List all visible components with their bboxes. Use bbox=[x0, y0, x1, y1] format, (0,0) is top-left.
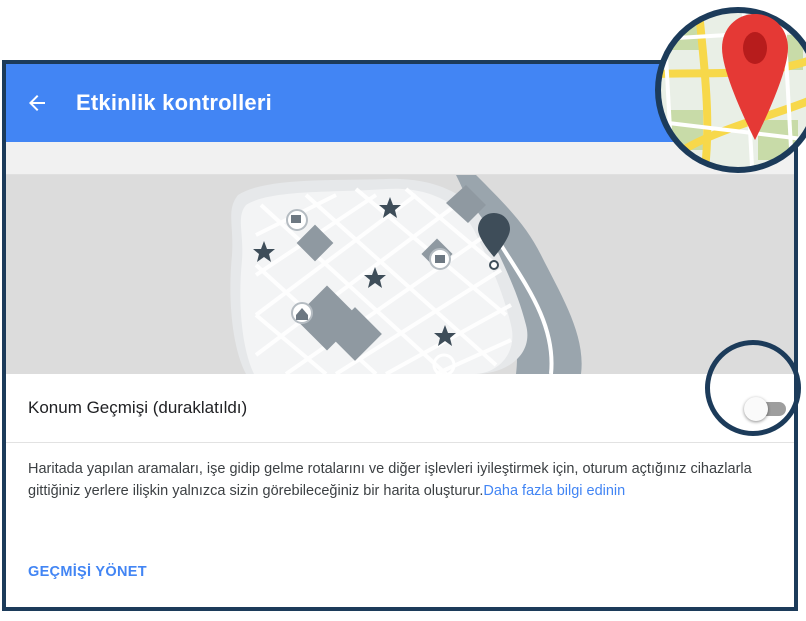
arrow-left-icon bbox=[29, 95, 45, 111]
learn-more-link[interactable]: Daha fazla bilgi edinin bbox=[483, 483, 625, 499]
manage-history-button[interactable]: GEÇMİŞİ YÖNET bbox=[28, 564, 147, 580]
description-text: Haritada yapılan aramaları, işe gidip ge… bbox=[28, 461, 752, 499]
location-history-toggle[interactable] bbox=[744, 397, 790, 421]
location-history-row: Konum Geçmişi (duraklatıldı) bbox=[6, 374, 794, 443]
back-button[interactable] bbox=[12, 64, 62, 142]
page-title: Etkinlik kontrolleri bbox=[76, 90, 272, 115]
map-pin-icon bbox=[643, 0, 806, 185]
location-history-description: Haritada yapılan aramaları, işe gidip ge… bbox=[28, 458, 768, 502]
location-history-label: Konum Geçmişi (duraklatıldı) bbox=[28, 398, 248, 417]
toggle-knob bbox=[744, 397, 768, 421]
map-illustration bbox=[6, 175, 794, 374]
